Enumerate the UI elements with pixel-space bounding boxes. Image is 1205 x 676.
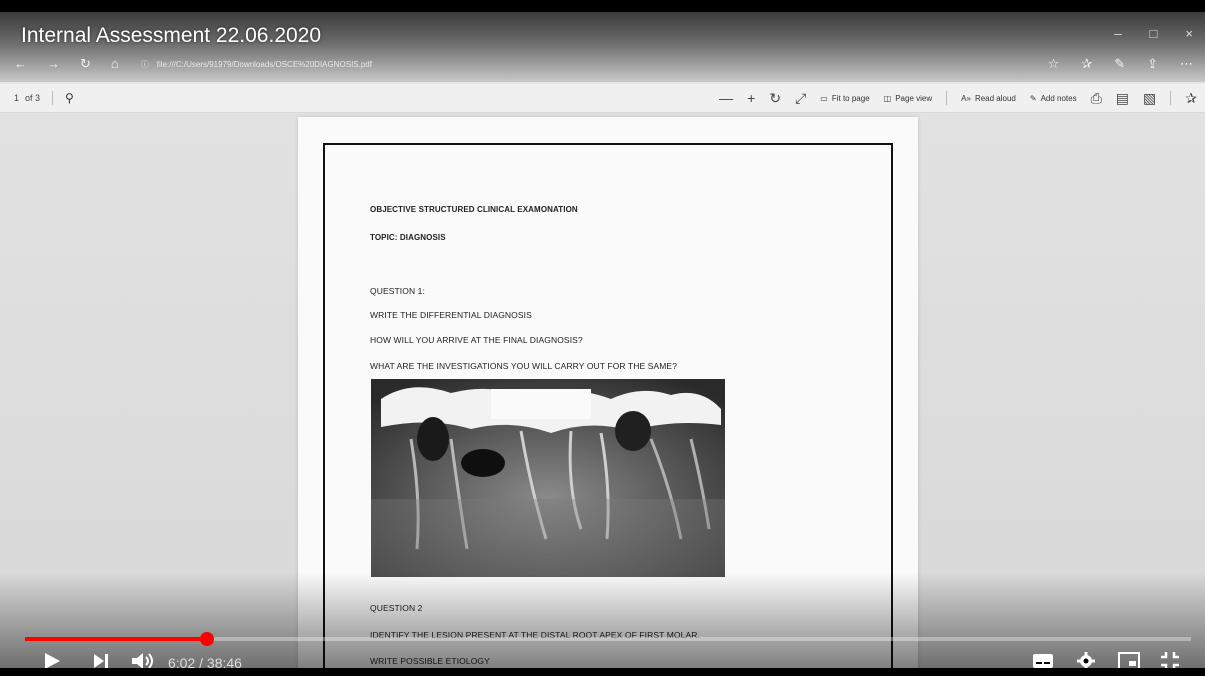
share-icon: ⇪ [1147, 56, 1158, 71]
page-count: of 3 [25, 93, 41, 103]
letterbox-bottom [0, 668, 1205, 676]
fullscreen-icon: ⤢ [795, 89, 807, 106]
print-icon: ⎙ [1090, 89, 1102, 106]
pdf-toolbar: 1 of 3 ⚲ — + ↻ ⤢ ▭ Fit to page ◫ Page vi… [0, 84, 1205, 113]
pen-icon: ✎ [1114, 56, 1126, 71]
home-icon: ⌂ [110, 56, 119, 71]
question-2-label: QUESTION 2 [370, 603, 423, 613]
fit-to-page-label: Fit to page [831, 93, 870, 103]
address-text: file:///C:/Users/91979/Downloads/OSCE%20… [156, 59, 372, 69]
add-notes-button: ✎ Add notes [1030, 94, 1077, 103]
progress-scrubber[interactable] [199, 632, 214, 646]
address-bar: ⓘ file:///C:/Users/91979/Downloads/OSCE%… [141, 59, 372, 70]
fit-to-page-button: ▭ Fit to page [820, 94, 869, 103]
save-icon: ▤ [1115, 89, 1130, 106]
zoom-in-icon: + [747, 90, 756, 106]
subtitles-icon[interactable] [1032, 653, 1054, 669]
back-icon: ← [14, 56, 27, 71]
question-1-label: QUESTION 1: [370, 286, 425, 296]
search-icon: ⚲ [65, 91, 74, 105]
page-view-icon: ◫ [883, 93, 892, 103]
read-aloud-button: A» Read aloud [961, 94, 1016, 103]
more-icon: ⋯ [1180, 56, 1193, 71]
pdf-page: OBJECTIVE STRUCTURED CLINICAL EXAMONATIO… [298, 117, 918, 668]
question-1-line-1: WRITE THE DIFFERENTIAL DIAGNOSIS [370, 310, 532, 320]
video-viewport[interactable]: – □ × ← → ↻ ⌂ ⓘ file:///C:/Users/91979/D… [0, 12, 1205, 668]
close-icon: × [1185, 26, 1193, 41]
favorites-list-icon: ✰ [1081, 56, 1093, 71]
minimize-icon: – [1114, 26, 1122, 41]
doc-heading: OBJECTIVE STRUCTURED CLINICAL EXAMONATIO… [370, 205, 578, 214]
page-view-label: Page view [895, 93, 933, 103]
rotate-icon: ↻ [769, 89, 782, 106]
letterbox-top [0, 0, 1205, 12]
refresh-icon: ↻ [80, 56, 91, 71]
page-view-button: ◫ Page view [884, 94, 932, 103]
pin-icon: ✰ [1185, 89, 1197, 106]
pdf-canvas: OBJECTIVE STRUCTURED CLINICAL EXAMONATIO… [0, 113, 1205, 668]
window-controls: – □ × [1114, 26, 1193, 41]
dental-xray-image [371, 379, 725, 577]
zoom-out-icon: — [719, 90, 734, 106]
forward-icon: → [47, 56, 60, 71]
question-1-line-3: WHAT ARE THE INVESTIGATIONS YOU WILL CAR… [370, 361, 678, 371]
progress-played [25, 637, 207, 641]
read-aloud-icon: A» [961, 93, 971, 103]
add-notes-icon: ✎ [1029, 93, 1037, 103]
page-number: 1 [14, 93, 20, 103]
address-row: ← → ↻ ⌂ ⓘ file:///C:/Users/91979/Downloa… [0, 52, 1205, 76]
doc-topic: TOPIC: DIAGNOSIS [370, 233, 446, 242]
fit-page-icon: ▭ [820, 93, 828, 103]
toolbar-divider [52, 91, 54, 105]
read-aloud-label: Read aloud [974, 93, 1016, 103]
save-as-icon: ▧ [1143, 89, 1157, 106]
toolbar-divider [1170, 91, 1172, 105]
favorite-star-icon: ☆ [1047, 56, 1060, 71]
progress-bar[interactable] [25, 632, 1191, 646]
video-title[interactable]: Internal Assessment 22.06.2020 [21, 24, 321, 48]
toolbar-divider [946, 91, 948, 105]
maximize-icon: □ [1149, 26, 1158, 41]
question-1-line-2: HOW WILL YOU ARRIVE AT THE FINAL DIAGNOS… [370, 335, 583, 345]
info-icon: ⓘ [140, 59, 149, 69]
add-notes-label: Add notes [1040, 93, 1077, 103]
